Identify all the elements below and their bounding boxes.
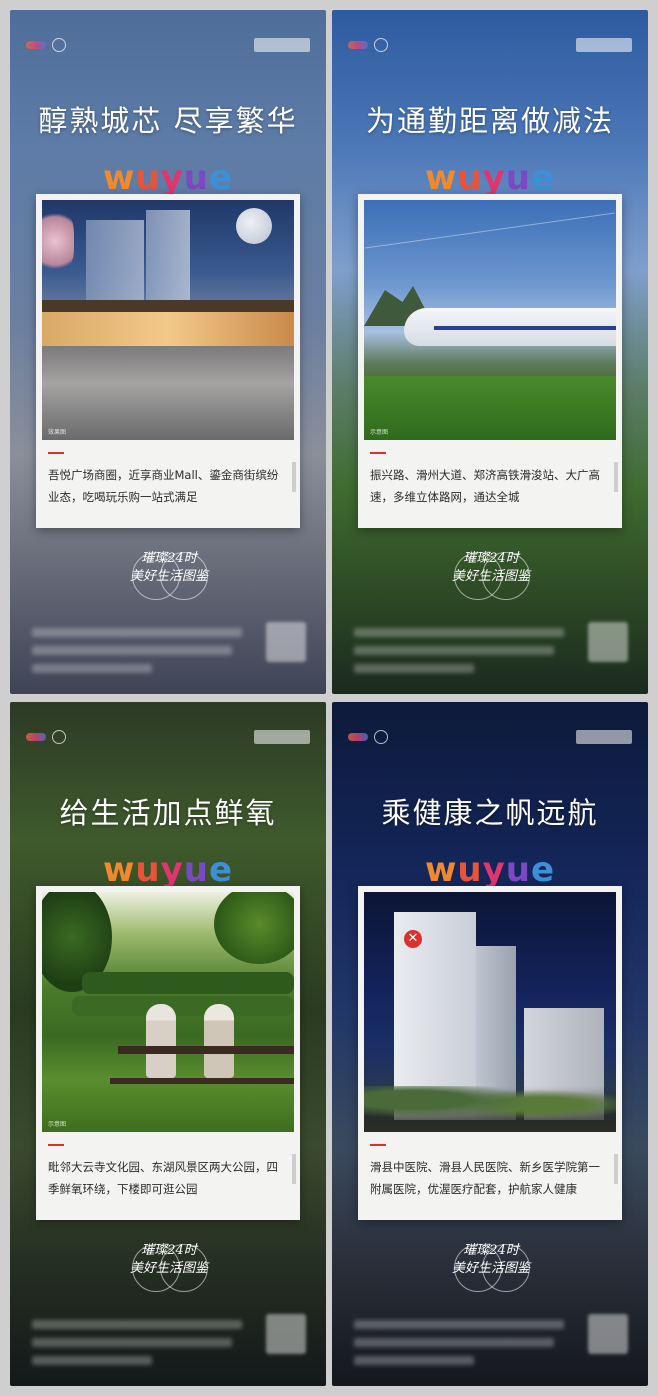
- contact-line-blurred: [354, 646, 554, 655]
- qr-code: [588, 622, 628, 662]
- brand-logo-top: [348, 730, 388, 744]
- content-card: 示意图 毗邻大云寺文化园、东湖风景区两大公园，四季鲜氧环绕，下楼即可逛公园: [36, 886, 300, 1220]
- slogan-badge: 璀璨24时 美好生活图鉴: [128, 1242, 210, 1292]
- slogan-badge: 璀璨24时 美好生活图鉴: [128, 550, 210, 600]
- content-card: 示意图 振兴路、滑州大道、郑济高铁滑浚站、大广高速，多维立体路网，通达全城: [358, 194, 622, 528]
- qr-code: [266, 622, 306, 662]
- photo-caption: 效果图: [48, 429, 67, 436]
- poster-headline: 给生活加点鲜氧: [59, 796, 277, 830]
- hospital-photo: ✕: [364, 892, 616, 1132]
- person-icon: [146, 1004, 176, 1078]
- contact-line-blurred: [354, 664, 474, 673]
- person-icon: [204, 1004, 234, 1078]
- brand-icon: [52, 730, 66, 744]
- medical-cross-icon: ✕: [404, 930, 422, 948]
- wuyue-logo: wuyue: [102, 158, 234, 198]
- wuyue-logo: wuyue: [102, 850, 234, 890]
- project-name-blurred: [576, 730, 632, 744]
- qr-code: [588, 1314, 628, 1354]
- poster-description: 振兴路、滑州大道、郑济高铁滑浚站、大广高速，多维立体路网，通达全城: [370, 468, 600, 504]
- project-name-blurred: [254, 730, 310, 744]
- slogan-badge: 璀璨24时 美好生活图鉴: [450, 1242, 532, 1292]
- poster-park: 给生活加点鲜氧 wuyue 示意图 毗邻大云寺文化园、东湖风景区两大公园，四季鲜…: [10, 702, 326, 1386]
- poster-headline: 醇熟城芯 尽享繁华: [38, 104, 298, 138]
- poster-health: 乘健康之帆远航 wuyue ✕ 滑县中医院、滑县人民医院、新乡医学院第一附属医院…: [332, 702, 648, 1386]
- brand-logo-top: [26, 730, 66, 744]
- poster-headline: 为通勤距离做减法: [365, 104, 614, 138]
- slogan-badge: 璀璨24时 美好生活图鉴: [450, 550, 532, 600]
- park-photo: 示意图: [42, 892, 294, 1132]
- contact-line-blurred: [32, 1356, 152, 1365]
- brand-logo-top: [26, 38, 66, 52]
- photo-caption: 示意图: [48, 1121, 67, 1128]
- poster-description: 滑县中医院、滑县人民医院、新乡医学院第一附属医院，优渥医疗配套，护航家人健康: [370, 1160, 600, 1196]
- train-photo: 示意图: [364, 200, 616, 440]
- brand-icon: [374, 38, 388, 52]
- contact-line-blurred: [32, 628, 242, 637]
- accent-divider: [48, 452, 64, 454]
- content-card: 效果图 吾悦广场商圈，近享商业Mall、鎏金商街缤纷业态，吃喝玩乐购一站式满足: [36, 194, 300, 528]
- project-name-blurred: [576, 38, 632, 52]
- poster-commerce: 醇熟城芯 尽享繁华 wuyue 效果图 吾悦广场商圈，近享商业Mall、鎏金商街…: [10, 10, 326, 694]
- poster-transport: 为通勤距离做减法 wuyue 示意图 振兴路、滑州大道、郑济高铁滑浚站、大广高速…: [332, 10, 648, 694]
- brand-logo-top: [348, 38, 388, 52]
- poster-description: 吾悦广场商圈，近享商业Mall、鎏金商街缤纷业态，吃喝玩乐购一站式满足: [48, 468, 279, 504]
- mall-photo: 效果图: [42, 200, 294, 440]
- content-card: ✕ 滑县中医院、滑县人民医院、新乡医学院第一附属医院，优渥医疗配套，护航家人健康: [358, 886, 622, 1220]
- poster-description: 毗邻大云寺文化园、东湖风景区两大公园，四季鲜氧环绕，下楼即可逛公园: [48, 1160, 278, 1196]
- contact-line-blurred: [354, 1320, 564, 1329]
- accent-divider: [48, 1144, 64, 1146]
- brand-icon: [52, 38, 66, 52]
- contact-line-blurred: [32, 1320, 242, 1329]
- photo-caption: 示意图: [370, 429, 389, 436]
- contact-line-blurred: [32, 664, 152, 673]
- contact-line-blurred: [354, 1356, 474, 1365]
- bench-icon: [118, 1046, 294, 1054]
- wuyue-logo: wuyue: [424, 850, 556, 890]
- contact-line-blurred: [354, 628, 564, 637]
- accent-divider: [370, 1144, 386, 1146]
- poster-headline: 乘健康之帆远航: [381, 796, 599, 830]
- contact-line-blurred: [354, 1338, 554, 1347]
- brand-icon: [374, 730, 388, 744]
- wuyue-logo: wuyue: [424, 158, 556, 198]
- moon-icon: [236, 208, 272, 244]
- accent-divider: [370, 452, 386, 454]
- project-name-blurred: [254, 38, 310, 52]
- qr-code: [266, 1314, 306, 1354]
- contact-line-blurred: [32, 1338, 232, 1347]
- contact-line-blurred: [32, 646, 232, 655]
